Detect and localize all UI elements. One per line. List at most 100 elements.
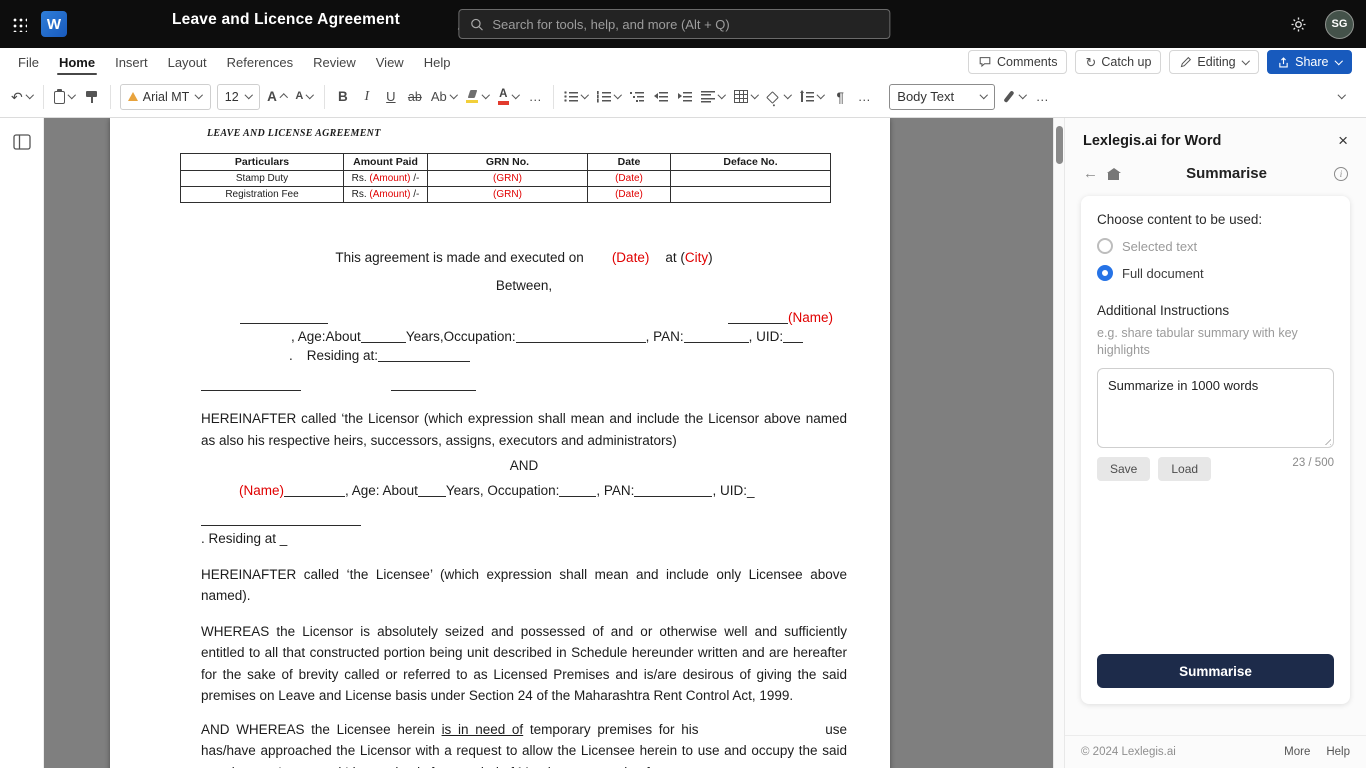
paragraph-and-whereas: AND WHEREAS the Licensee herein is in ne… — [201, 721, 847, 768]
chevron-down-icon — [25, 91, 34, 99]
italic-button[interactable]: I — [356, 84, 378, 110]
collapse-ribbon-button[interactable] — [1330, 84, 1352, 110]
left-sidebar — [0, 118, 44, 768]
underline-button[interactable]: U — [380, 84, 402, 110]
instructions-textarea[interactable]: Summarize in 1000 words — [1097, 368, 1334, 448]
grow-font-button[interactable]: A — [264, 84, 290, 110]
tab-layout[interactable]: Layout — [158, 48, 217, 76]
pencil-icon — [1179, 56, 1192, 69]
highlight-color-button[interactable] — [462, 84, 493, 110]
vertical-scrollbar[interactable] — [1053, 118, 1065, 768]
chevron-down-icon — [750, 91, 759, 99]
tab-view[interactable]: View — [366, 48, 414, 76]
document-canvas[interactable]: LEAVE AND LICENSE AGREEMENT Particulars … — [44, 118, 1053, 768]
back-arrow-icon[interactable]: ← — [1083, 166, 1098, 181]
numbered-list-button[interactable] — [594, 84, 625, 110]
bullet-list-button[interactable] — [561, 84, 592, 110]
column-header: Date — [587, 153, 671, 171]
navigation-pane-toggle[interactable] — [13, 134, 43, 153]
decrease-indent-button[interactable] — [650, 84, 672, 110]
comments-button[interactable]: Comments — [968, 50, 1068, 74]
footer-help-link[interactable]: Help — [1326, 746, 1350, 758]
multilevel-list-button[interactable] — [626, 84, 648, 110]
document-page[interactable]: LEAVE AND LICENSE AGREEMENT Particulars … — [110, 118, 890, 768]
pen-icon — [1003, 90, 1015, 103]
word-logo-icon[interactable]: W — [41, 11, 67, 37]
paragraph-marks-button[interactable]: ¶ — [829, 84, 851, 110]
line-spacing-button[interactable] — [797, 84, 828, 110]
radio-full-document[interactable]: Full document — [1097, 265, 1334, 281]
strikethrough-button[interactable]: ab — [404, 84, 426, 110]
more-paragraph-options-button[interactable]: … — [853, 84, 875, 110]
tab-home[interactable]: Home — [49, 48, 105, 76]
share-icon — [1277, 56, 1290, 69]
table-row: Stamp Duty Rs. (Amount) /- (GRN) (Date) — [180, 170, 831, 187]
format-painter-button[interactable] — [81, 84, 103, 110]
more-font-options-button[interactable]: … — [524, 84, 546, 110]
highlighter-icon — [465, 90, 479, 103]
ink-editor-button[interactable] — [999, 84, 1029, 110]
info-icon[interactable]: i — [1334, 166, 1348, 181]
paragraph-licensor-details: , Age:About Years,Occupation:, PAN:, UID: — [201, 327, 847, 346]
align-left-icon — [701, 90, 716, 103]
undo-button[interactable]: ↶ — [8, 84, 36, 110]
summarise-button[interactable]: Summarise — [1097, 654, 1334, 688]
footer-more-link[interactable]: More — [1284, 746, 1310, 758]
tab-references[interactable]: References — [217, 48, 303, 76]
chevron-down-icon — [718, 91, 726, 99]
chevron-down-icon — [449, 91, 458, 99]
shrink-font-button[interactable]: A — [292, 84, 316, 110]
divider — [43, 84, 45, 109]
load-button[interactable]: Load — [1158, 457, 1212, 481]
change-case-button[interactable]: Ab — [428, 84, 460, 110]
font-size-select[interactable]: 12 — [216, 83, 261, 110]
paste-button[interactable] — [51, 84, 79, 110]
paragraph-name-blank: (Name) — [201, 308, 847, 327]
shading-button[interactable] — [763, 84, 795, 110]
ribbon-tab-bar: File Home Insert Layout References Revie… — [0, 48, 1366, 76]
settings-gear-icon[interactable] — [1290, 16, 1307, 33]
scrollbar-thumb[interactable] — [1056, 126, 1063, 164]
panel-title: Lexlegis.ai for Word — [1083, 132, 1222, 149]
radio-checked-icon — [1097, 265, 1113, 281]
style-select[interactable]: Body Text — [889, 83, 996, 110]
catch-up-button[interactable]: ↻ Catch up — [1075, 50, 1162, 74]
radio-selected-text[interactable]: Selected text — [1097, 238, 1334, 254]
document-header-text: LEAVE AND LICENSE AGREEMENT — [207, 128, 381, 139]
paint-bucket-icon — [766, 90, 780, 104]
agreement-title: LEAVE AND LICENSE AGREEMENT — [390, 219, 658, 236]
font-name-select[interactable]: Arial MT — [119, 83, 211, 110]
tab-review[interactable]: Review — [303, 48, 366, 76]
editing-mode-dropdown[interactable]: Editing — [1169, 50, 1260, 74]
paragraph-blank-line — [201, 510, 847, 529]
char-counter: 23 / 500 — [1292, 457, 1334, 469]
table-header-row: Particulars Amount Paid GRN No. Date Def… — [180, 153, 831, 171]
tab-insert[interactable]: Insert — [105, 48, 158, 76]
app-launcher-icon[interactable] — [12, 16, 27, 32]
instructions-hint: e.g. share tabular summary with key high… — [1097, 326, 1298, 357]
tab-file[interactable]: File — [8, 48, 49, 76]
column-header: Amount Paid — [343, 153, 428, 171]
search-input[interactable] — [492, 16, 880, 32]
alignment-button[interactable] — [698, 84, 729, 110]
document-title[interactable]: Leave and Licence Agreement — [172, 11, 400, 29]
chevron-down-icon — [68, 91, 76, 99]
font-color-button[interactable]: A — [495, 84, 523, 110]
more-ribbon-options-button[interactable]: … — [1031, 84, 1053, 110]
increase-indent-button[interactable] — [674, 84, 696, 110]
home-icon[interactable] — [1106, 168, 1121, 180]
divider — [553, 84, 555, 109]
bold-button[interactable]: B — [332, 84, 354, 110]
tab-help[interactable]: Help — [414, 48, 461, 76]
insert-table-button[interactable] — [731, 84, 762, 110]
chevron-down-icon — [816, 91, 825, 99]
chevron-down-icon — [511, 91, 520, 99]
chevron-down-icon — [306, 91, 315, 99]
bullet-list-icon — [564, 90, 579, 103]
avatar[interactable]: SG — [1325, 9, 1354, 39]
close-icon[interactable]: × — [1338, 132, 1348, 149]
share-button[interactable]: Share — [1267, 50, 1352, 74]
paragraph-and: AND — [509, 458, 539, 473]
save-button[interactable]: Save — [1097, 457, 1151, 481]
global-search[interactable] — [458, 9, 891, 39]
